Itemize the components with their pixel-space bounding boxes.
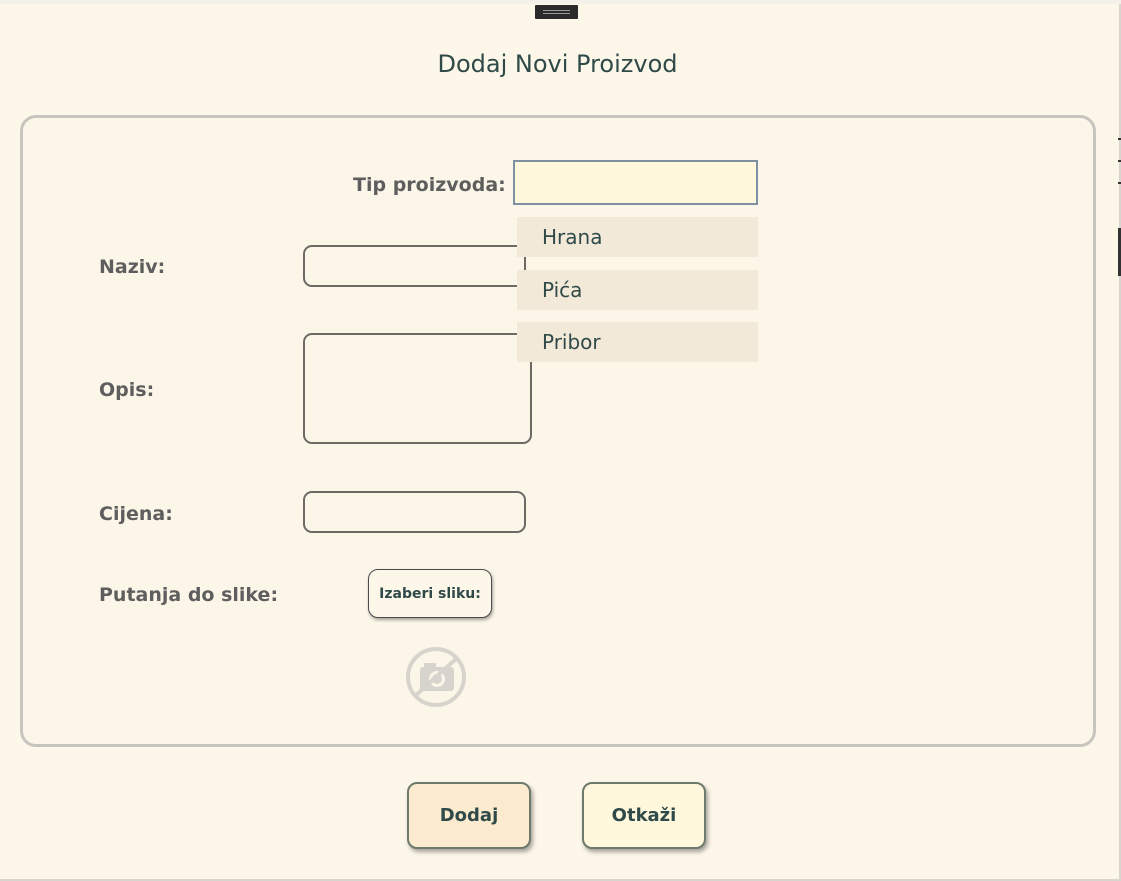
no-camera-icon <box>400 645 472 709</box>
add-product-dialog: Dodaj Novi Proizvod Tip proizvoda: Naziv… <box>0 0 1121 881</box>
price-label: Cijena: <box>99 503 173 525</box>
dropdown-option-pica[interactable]: Pića <box>517 270 758 310</box>
drag-handle-icon[interactable] <box>535 5 578 19</box>
form-panel <box>20 115 1096 747</box>
product-type-combobox[interactable] <box>513 160 758 205</box>
name-input[interactable] <box>303 245 526 287</box>
cancel-button[interactable]: Otkaži <box>582 782 706 849</box>
dropdown-option-pribor[interactable]: Pribor <box>517 322 758 362</box>
choose-image-button[interactable]: Izaberi sliku: <box>368 569 492 618</box>
image-path-label: Putanja do slike: <box>99 584 279 606</box>
description-textarea[interactable] <box>303 333 532 444</box>
price-input[interactable] <box>303 491 526 533</box>
dialog-title: Dodaj Novi Proizvod <box>437 50 678 78</box>
window-top-edge <box>0 0 1121 4</box>
dropdown-option-hrana[interactable]: Hrana <box>517 217 758 257</box>
add-button[interactable]: Dodaj <box>407 782 531 849</box>
product-type-label: Tip proizvoda: <box>353 174 506 196</box>
name-label: Naziv: <box>99 256 166 278</box>
description-label: Opis: <box>99 379 155 401</box>
